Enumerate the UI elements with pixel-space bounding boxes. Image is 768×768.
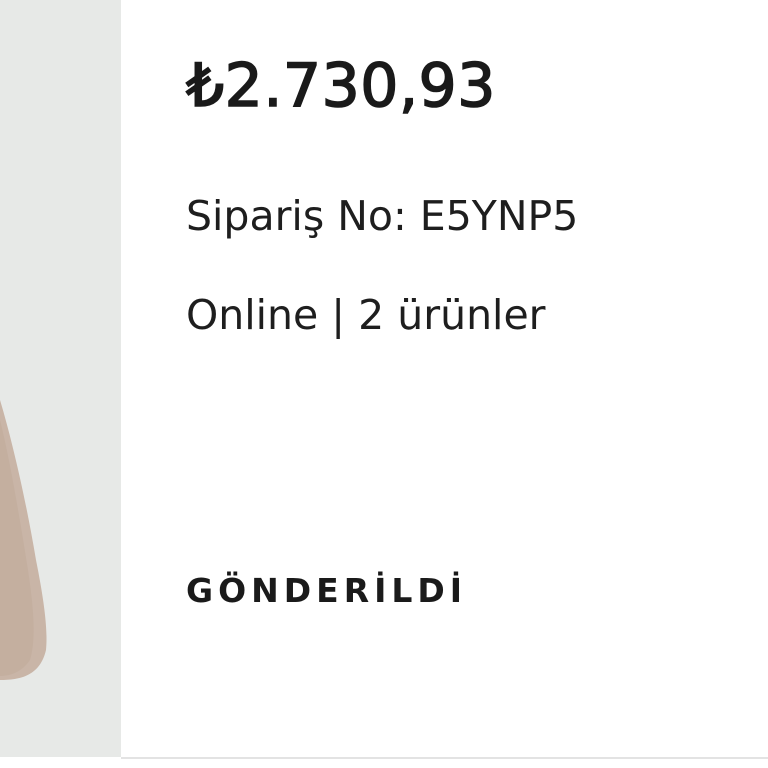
bag-illustration	[0, 0, 121, 757]
order-number: Sipariş No: E5YNP5	[186, 192, 579, 240]
order-channel-item-count: Online | 2 ürünler	[186, 291, 546, 339]
product-image[interactable]	[0, 0, 121, 757]
order-info: ₺2.730,93 Sipariş No: E5YNP5 Online | 2 …	[185, 0, 756, 757]
card-divider	[121, 757, 768, 759]
order-price: ₺2.730,93	[185, 50, 496, 122]
order-status-label: GÖNDERİLDİ	[186, 571, 468, 610]
order-card[interactable]: ₺2.730,93 Sipariş No: E5YNP5 Online | 2 …	[0, 0, 768, 768]
